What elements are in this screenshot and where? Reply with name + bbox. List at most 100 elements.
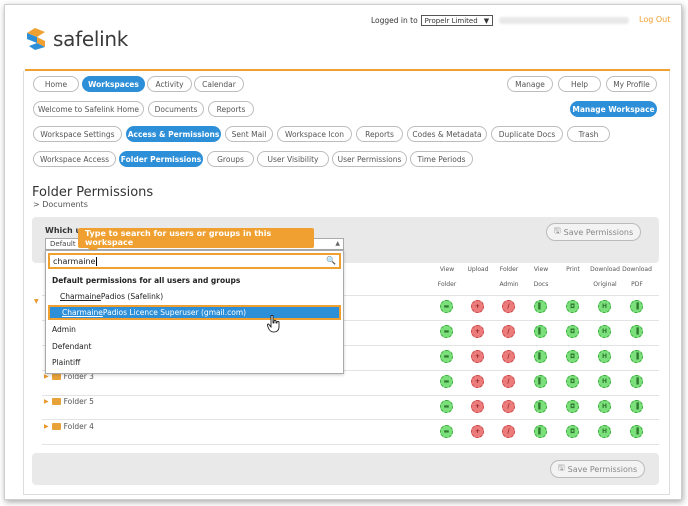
permission-toggle-icon[interactable]: ▌ — [534, 375, 547, 388]
permission-toggle-icon[interactable]: ▐ — [630, 325, 643, 338]
permission-toggle-icon[interactable]: ▌ — [534, 300, 547, 313]
save-icon: 🖫 — [557, 463, 565, 472]
permission-toggle-icon[interactable]: + — [471, 375, 484, 388]
permission-toggle-icon[interactable]: / — [502, 325, 515, 338]
permission-toggle-icon[interactable]: ▐ — [630, 400, 643, 413]
nav-calendar[interactable]: Calendar — [194, 76, 244, 92]
tab-time-periods[interactable]: Time Periods — [410, 151, 473, 167]
folder-name: Folder 5 — [63, 397, 94, 406]
tab-workspace-icon[interactable]: Workspace Icon — [277, 126, 352, 142]
dropdown-item-plaintiff[interactable]: Plaintiff — [46, 355, 343, 370]
permission-toggle-icon[interactable]: ▌ — [534, 325, 547, 338]
tab-access-permissions[interactable]: Access & Permissions — [126, 126, 221, 142]
tab-trash[interactable]: Trash — [567, 126, 610, 142]
folder-row-4[interactable]: ▶ Folder 4 — [44, 422, 94, 431]
permission-toggle-icon[interactable]: / — [502, 350, 515, 363]
search-tooltip: Type to search for users or groups in th… — [78, 228, 314, 253]
tab-folder-permissions[interactable]: Folder Permissions — [119, 151, 203, 167]
hand-pointer-icon — [267, 315, 280, 333]
permission-toggle-icon[interactable]: ▌ — [534, 400, 547, 413]
dropdown-item-charmaine-safelink[interactable]: Charmaine Padios (Safelink) — [46, 289, 343, 304]
permission-toggle-icon[interactable]: ▬ — [440, 375, 453, 388]
nav-help[interactable]: Help — [558, 76, 601, 92]
permission-toggle-icon[interactable]: + — [471, 300, 484, 313]
dropdown-item-default[interactable]: Default permissions for all users and gr… — [46, 273, 343, 288]
permission-toggle-icon[interactable]: ◘ — [566, 350, 579, 363]
save-permissions-button-top[interactable]: 🖫 Save Permissions — [546, 223, 641, 241]
which-user-label: Which u — [45, 226, 82, 235]
tab-codes-metadata[interactable]: Codes & Metadata — [407, 126, 487, 142]
permission-toggle-icon[interactable]: H — [598, 300, 611, 313]
permission-toggle-icon[interactable]: ◘ — [566, 325, 579, 338]
permission-toggle-icon[interactable]: ▬ — [440, 400, 453, 413]
tab-documents[interactable]: Documents — [148, 101, 204, 117]
tab-workspace-access[interactable]: Workspace Access — [33, 151, 116, 167]
tab-user-permissions[interactable]: User Permissions — [332, 151, 407, 167]
permission-toggle-icon[interactable]: ◘ — [566, 300, 579, 313]
permission-toggle-icon[interactable]: + — [471, 350, 484, 363]
safelink-logo-icon — [27, 28, 45, 50]
user-search-input[interactable]: charmaine 🔍 — [48, 253, 341, 269]
tab-sent-mail[interactable]: Sent Mail — [225, 126, 273, 142]
permission-toggle-icon[interactable]: ▌ — [534, 425, 547, 438]
col-header-view-folder: View Folder — [437, 266, 457, 288]
folder-icon — [51, 423, 61, 430]
permission-toggle-icon[interactable]: + — [471, 400, 484, 413]
logout-link[interactable]: Log Out — [639, 15, 670, 24]
permission-toggle-icon[interactable]: ▐ — [630, 375, 643, 388]
user-email-redacted — [499, 17, 629, 24]
permission-toggle-icon[interactable]: ◘ — [566, 425, 579, 438]
nav-workspaces[interactable]: Workspaces — [82, 76, 145, 92]
user-group-dropdown[interactable]: charmaine 🔍 Default permissions for all … — [45, 250, 344, 374]
permission-toggle-icon[interactable]: / — [502, 300, 515, 313]
permission-toggle-icon[interactable]: H — [598, 325, 611, 338]
permission-toggle-icon[interactable]: ▬ — [440, 300, 453, 313]
org-select[interactable]: Propelr Limited ▼ — [420, 15, 494, 26]
permission-toggle-icon[interactable]: ◘ — [566, 400, 579, 413]
nav-home[interactable]: Home — [33, 76, 79, 92]
expand-arrow-icon[interactable]: ▶ — [44, 373, 49, 380]
permission-toggle-icon[interactable]: + — [471, 425, 484, 438]
expand-arrow-icon[interactable]: ▶ — [44, 398, 49, 405]
permission-toggle-icon[interactable]: H — [598, 400, 611, 413]
permission-toggle-icon[interactable]: + — [471, 325, 484, 338]
tab-reports-2[interactable]: Reports — [356, 126, 403, 142]
permission-toggle-icon[interactable]: H — [598, 375, 611, 388]
nav-manage[interactable]: Manage — [507, 76, 553, 92]
tab-workspace-settings[interactable]: Workspace Settings — [33, 126, 122, 142]
permission-toggle-icon[interactable]: ▐ — [630, 425, 643, 438]
col-header-print: Print — [566, 266, 580, 273]
tab-welcome[interactable]: Welcome to Safelink Home — [33, 101, 144, 117]
permission-toggle-icon[interactable]: ▌ — [534, 350, 547, 363]
folder-row-5[interactable]: ▶ Folder 5 — [44, 397, 94, 406]
dropdown-item-defendant[interactable]: Defendant — [46, 339, 343, 354]
dropdown-item-charmaine-licence[interactable]: Charmaine Padios Licence Superuser (gmai… — [48, 305, 341, 320]
logo-text[interactable]: safelink — [53, 27, 128, 51]
col-header-folder-admin: Folder Admin — [499, 266, 519, 288]
tab-user-visibility[interactable]: User Visibility — [257, 151, 329, 167]
expand-arrow-icon[interactable]: ▶ — [44, 423, 49, 430]
permission-toggle-icon[interactable]: ▐ — [630, 300, 643, 313]
save-permissions-button-bottom[interactable]: 🖫 Save Permissions — [550, 460, 645, 478]
permission-toggle-icon[interactable]: H — [598, 350, 611, 363]
permission-toggle-icon[interactable]: ▬ — [440, 325, 453, 338]
folder-icon — [51, 398, 61, 405]
permission-toggle-icon[interactable]: ▬ — [440, 350, 453, 363]
permission-toggle-icon[interactable]: H — [598, 425, 611, 438]
permission-toggle-icon[interactable]: / — [502, 375, 515, 388]
dropdown-item-admin[interactable]: Admin — [46, 322, 343, 337]
permission-toggle-icon[interactable]: ▬ — [440, 425, 453, 438]
tab-groups[interactable]: Groups — [207, 151, 254, 167]
permission-toggle-icon[interactable]: ◘ — [566, 375, 579, 388]
permission-toggle-icon[interactable]: / — [502, 400, 515, 413]
nav-activity[interactable]: Activity — [147, 76, 192, 92]
tab-reports[interactable]: Reports — [208, 101, 254, 117]
nav-my-profile[interactable]: My Profile — [606, 76, 657, 92]
manage-workspace-button[interactable]: Manage Workspace — [570, 101, 657, 117]
expand-arrow-icon[interactable]: ▼ — [34, 298, 39, 305]
tab-duplicate-docs[interactable]: Duplicate Docs — [491, 126, 563, 142]
item-rest: Padios Licence Superuser (gmail.com) — [102, 308, 247, 317]
permission-toggle-icon[interactable]: / — [502, 425, 515, 438]
breadcrumb[interactable]: > Documents — [33, 200, 88, 209]
permission-toggle-icon[interactable]: ▐ — [630, 350, 643, 363]
